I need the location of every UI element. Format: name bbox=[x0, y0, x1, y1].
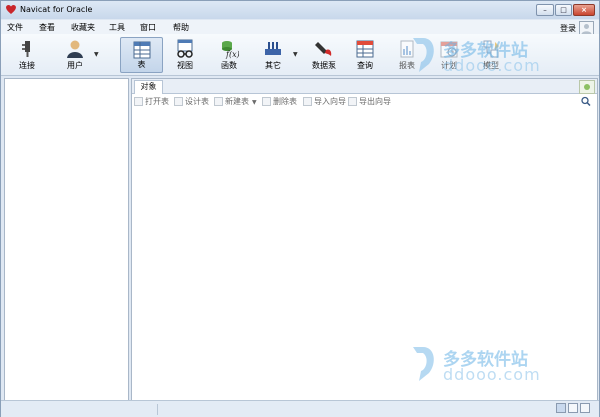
object-pane: 对象 打开表 设计表 新建表 ▼ 删除表 导入向导 导出向导 bbox=[131, 78, 598, 401]
object-tab-strip: 对象 bbox=[132, 79, 597, 94]
model-icon bbox=[483, 40, 499, 58]
action-label: 新建表 bbox=[225, 97, 249, 106]
open-table-icon bbox=[134, 97, 143, 106]
tool-label: 报表 bbox=[399, 61, 415, 70]
tool-label: 计划 bbox=[441, 61, 457, 70]
user-icon bbox=[67, 40, 83, 58]
tool-label: 模型 bbox=[483, 61, 499, 70]
minimize-icon: – bbox=[543, 6, 547, 14]
schedule-icon bbox=[440, 41, 458, 58]
chevron-down-icon[interactable]: ▼ bbox=[293, 51, 298, 58]
menu-tools[interactable]: 工具 bbox=[109, 22, 125, 33]
tool-model[interactable]: 模型 bbox=[475, 37, 507, 73]
chevron-down-icon[interactable]: ▼ bbox=[252, 99, 257, 106]
action-label: 导出向导 bbox=[359, 97, 391, 106]
menu-bar: 文件 查看 收藏夹 工具 窗口 帮助 登录 bbox=[1, 20, 599, 34]
search-icon[interactable] bbox=[580, 96, 592, 106]
er-view-button[interactable] bbox=[580, 403, 590, 413]
delete-table-button[interactable]: 删除表 bbox=[262, 96, 297, 107]
menu-favorites[interactable]: 收藏夹 bbox=[71, 22, 95, 33]
tool-label: 其它 bbox=[265, 61, 281, 70]
tool-label: 函数 bbox=[221, 61, 237, 70]
tool-connection[interactable]: 连接 bbox=[9, 37, 45, 73]
tool-user[interactable]: 用户 bbox=[57, 37, 93, 73]
tool-view[interactable]: 视图 bbox=[167, 37, 203, 73]
list-view-button[interactable] bbox=[556, 403, 566, 413]
tool-data-pump[interactable]: 数据泵 bbox=[306, 37, 342, 73]
tools-icon bbox=[265, 42, 281, 55]
login-link[interactable]: 登录 bbox=[560, 23, 576, 34]
tool-table[interactable]: 表 bbox=[120, 37, 163, 73]
close-button[interactable]: × bbox=[573, 4, 595, 16]
open-table-button[interactable]: 打开表 bbox=[134, 96, 169, 107]
object-action-bar: 打开表 设计表 新建表 ▼ 删除表 导入向导 导出向导 bbox=[132, 94, 597, 108]
close-icon: × bbox=[581, 6, 587, 14]
chevron-down-icon[interactable]: ▼ bbox=[94, 51, 99, 58]
info-toggle-button[interactable] bbox=[579, 80, 595, 94]
new-table-icon bbox=[214, 97, 223, 106]
tool-label: 连接 bbox=[19, 61, 35, 70]
tool-label: 视图 bbox=[177, 61, 193, 70]
tool-label: 表 bbox=[137, 60, 146, 69]
query-icon bbox=[356, 40, 374, 58]
action-label: 删除表 bbox=[273, 97, 297, 106]
tool-function[interactable]: f(x) 函数 bbox=[211, 37, 247, 73]
new-table-button[interactable]: 新建表 ▼ bbox=[214, 96, 257, 107]
navicat-logo-icon bbox=[6, 4, 16, 15]
table-icon bbox=[133, 41, 150, 59]
delete-table-icon bbox=[262, 97, 271, 106]
detail-view-button[interactable] bbox=[568, 403, 578, 413]
import-icon bbox=[303, 97, 312, 106]
menu-window[interactable]: 窗口 bbox=[140, 22, 156, 33]
status-bar bbox=[1, 400, 599, 417]
title-bar: Navicat for Oracle – □ × bbox=[1, 1, 599, 19]
window-title: Navicat for Oracle bbox=[20, 5, 93, 14]
action-label: 设计表 bbox=[185, 97, 209, 106]
app-window: Navicat for Oracle – □ × 文件 查看 收藏夹 工具 窗口… bbox=[0, 0, 600, 417]
function-icon: f(x) bbox=[222, 41, 239, 59]
minimize-button[interactable]: – bbox=[536, 4, 554, 16]
maximize-button[interactable]: □ bbox=[555, 4, 572, 16]
svg-text:f(x): f(x) bbox=[225, 50, 239, 59]
tool-label: 用户 bbox=[67, 61, 83, 70]
tool-query[interactable]: 查询 bbox=[347, 37, 383, 73]
maximize-icon: □ bbox=[560, 6, 567, 14]
menu-view[interactable]: 查看 bbox=[39, 22, 55, 33]
export-wizard-button[interactable]: 导出向导 bbox=[348, 96, 391, 107]
tool-others[interactable]: 其它 bbox=[255, 37, 291, 73]
status-divider bbox=[157, 404, 158, 415]
action-label: 打开表 bbox=[145, 97, 169, 106]
export-icon bbox=[348, 97, 357, 106]
report-icon bbox=[400, 40, 414, 58]
tool-schedule[interactable]: 计划 bbox=[433, 37, 465, 73]
menu-help[interactable]: 帮助 bbox=[173, 22, 189, 33]
tab-objects[interactable]: 对象 bbox=[134, 80, 163, 94]
design-table-button[interactable]: 设计表 bbox=[174, 96, 209, 107]
plug-icon bbox=[22, 41, 30, 57]
view-icon bbox=[177, 39, 193, 58]
tag-icon bbox=[584, 84, 590, 90]
design-table-icon bbox=[174, 97, 183, 106]
import-wizard-button[interactable]: 导入向导 bbox=[303, 96, 346, 107]
tool-label: 数据泵 bbox=[312, 61, 336, 70]
connection-tree-pane[interactable] bbox=[4, 78, 129, 401]
action-label: 导入向导 bbox=[314, 97, 346, 106]
tool-label: 查询 bbox=[357, 61, 373, 70]
tool-report[interactable]: 报表 bbox=[391, 37, 423, 73]
menu-file[interactable]: 文件 bbox=[7, 22, 23, 33]
data-pump-icon bbox=[315, 42, 332, 56]
